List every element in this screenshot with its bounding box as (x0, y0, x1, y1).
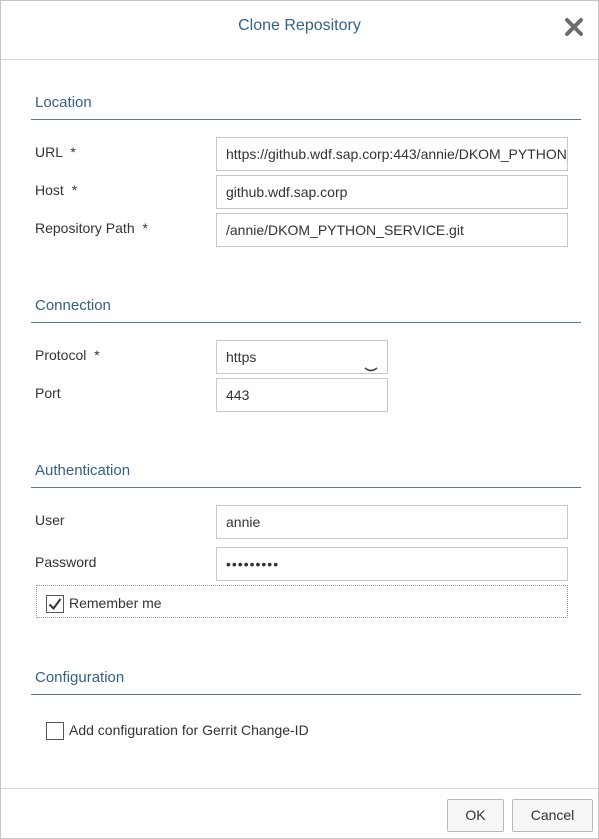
host-label: Host * (35, 182, 77, 198)
protocol-select-value: https (226, 349, 257, 365)
location-section-title: Location (35, 94, 92, 111)
url-input[interactable]: https://github.wdf.sap.corp:443/annie/DK… (216, 137, 568, 171)
protocol-label-text: Protocol (35, 347, 87, 363)
remember-me-label[interactable]: Remember me (69, 595, 162, 611)
port-input[interactable]: 443 (216, 378, 388, 412)
protocol-select[interactable]: https (216, 340, 388, 374)
dialog-title: Clone Repository (238, 17, 361, 34)
required-marker: * (142, 220, 148, 236)
configuration-divider (31, 694, 581, 695)
protocol-label: Protocol * (35, 347, 100, 363)
dialog-header: Clone Repository (1, 1, 598, 60)
authentication-section-title: Authentication (35, 462, 131, 479)
connection-section-title: Connection (35, 297, 111, 314)
url-label-text: URL (35, 144, 63, 160)
clone-repository-dialog: Clone Repository Location URL * https://… (0, 0, 599, 839)
location-divider (31, 119, 581, 120)
connection-divider (31, 322, 581, 323)
cancel-button[interactable]: Cancel (512, 799, 593, 832)
password-input[interactable]: ••••••••• (216, 547, 568, 581)
required-marker: * (70, 144, 76, 160)
password-label: Password (35, 554, 97, 570)
required-marker: * (71, 182, 78, 198)
gerrit-change-id-label[interactable]: Add configuration for Gerrit Change-ID (69, 722, 309, 738)
host-label-text: Host (35, 182, 64, 198)
required-marker: * (94, 347, 100, 363)
remember-me-checkbox[interactable] (46, 595, 64, 613)
user-input[interactable]: annie (216, 505, 568, 539)
ok-button[interactable]: OK (447, 799, 504, 832)
gerrit-change-id-checkbox[interactable] (46, 722, 64, 740)
repository-path-input[interactable]: /annie/DKOM_PYTHON_SERVICE.git (216, 213, 568, 247)
user-label: User (35, 512, 65, 528)
url-label: URL * (35, 144, 76, 160)
chevron-down-icon[interactable] (364, 353, 378, 372)
configuration-section-title: Configuration (35, 669, 125, 686)
port-label: Port (35, 385, 61, 401)
repository-path-label-text: Repository Path (35, 220, 135, 236)
close-icon[interactable] (563, 16, 585, 38)
checkmark-icon (48, 598, 62, 611)
repository-path-label: Repository Path * (35, 220, 148, 236)
host-input[interactable]: github.wdf.sap.corp (216, 175, 568, 209)
dialog-footer: OK Cancel (1, 788, 598, 838)
authentication-divider (31, 487, 581, 488)
